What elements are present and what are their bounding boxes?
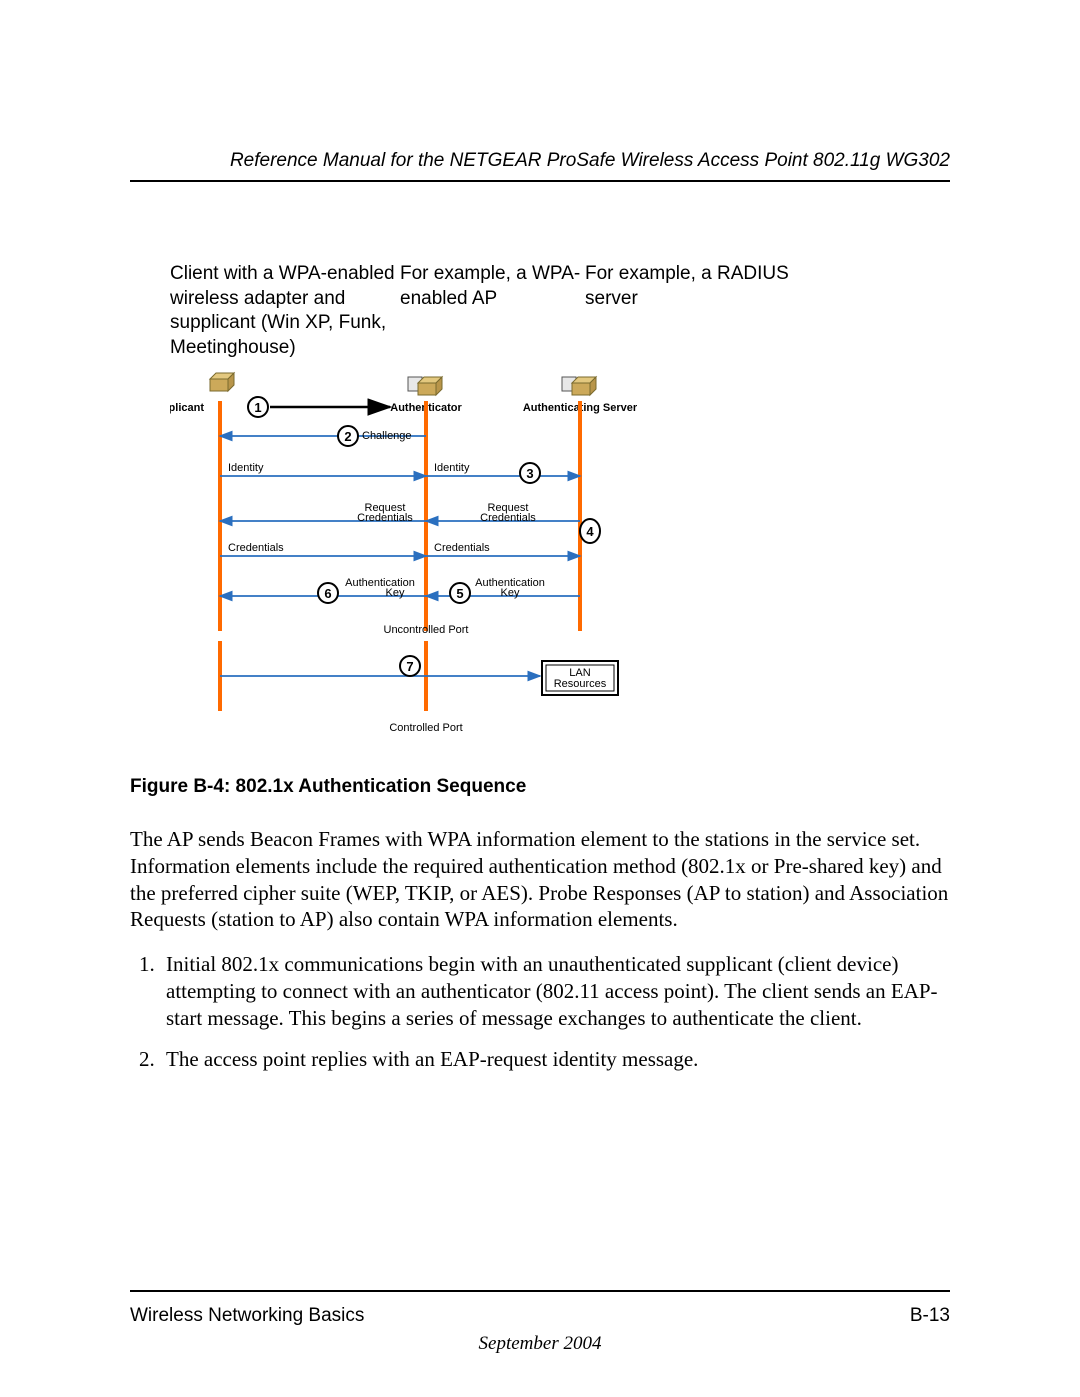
footer-rule: [130, 1290, 950, 1292]
step6-num: 6: [324, 586, 331, 601]
footer-section: Wireless Networking Basics: [130, 1305, 364, 1327]
running-header: Reference Manual for the NETGEAR ProSafe…: [130, 150, 950, 182]
step7-num: 7: [406, 659, 413, 674]
step3-num: 3: [526, 466, 533, 481]
label-uncontrolled-port: Uncontrolled Port: [384, 624, 469, 636]
annot-authenticator: For example, a WPA-enabled AP: [400, 262, 585, 361]
label-identity-1: Identity: [228, 462, 264, 474]
step5-num: 5: [456, 586, 463, 601]
label-authkey-2b: Key: [501, 587, 520, 599]
footer-row: Wireless Networking Basics B-13: [130, 1305, 950, 1327]
list-item: The access point replies with an EAP-req…: [160, 1046, 950, 1073]
list-item: Initial 802.1x communications begin with…: [160, 951, 950, 1032]
label-supplicant: Supplicant: [170, 402, 204, 414]
step1-num: 1: [254, 400, 261, 415]
figure-annotation-row: Client with a WPA-enabled wireless adapt…: [170, 262, 950, 361]
label-identity-2: Identity: [434, 462, 470, 474]
label-reqcred-1b: Credentials: [357, 512, 413, 524]
figure-diagram: Supplicant Authenticator Authenticating …: [170, 371, 680, 756]
server-icon: [562, 377, 596, 395]
step2-num: 2: [344, 429, 351, 444]
lan-label-2: Resources: [554, 678, 607, 690]
authenticator-icon: [408, 377, 442, 395]
label-reqcred-2b: Credentials: [480, 512, 536, 524]
label-controlled-port: Controlled Port: [389, 722, 462, 734]
label-cred-2: Credentials: [434, 542, 490, 554]
annot-supplicant: Client with a WPA-enabled wireless adapt…: [170, 262, 400, 361]
supplicant-icon: [210, 373, 234, 391]
label-challenge: Challenge: [362, 430, 412, 442]
body-ordered-list: Initial 802.1x communications begin with…: [130, 951, 950, 1073]
document-page: Reference Manual for the NETGEAR ProSafe…: [0, 0, 1080, 1397]
figure-caption: Figure B-4: 802.1x Authentication Sequen…: [130, 776, 950, 798]
footer-page-number: B-13: [910, 1305, 950, 1327]
body-paragraph-1: The AP sends Beacon Frames with WPA info…: [130, 826, 950, 934]
label-authkey-1b: Key: [386, 587, 405, 599]
annot-server: For example, a RADIUS server: [585, 262, 805, 361]
footer-date: September 2004: [0, 1333, 1080, 1355]
label-cred-1: Credentials: [228, 542, 284, 554]
step4-num: 4: [586, 524, 594, 539]
